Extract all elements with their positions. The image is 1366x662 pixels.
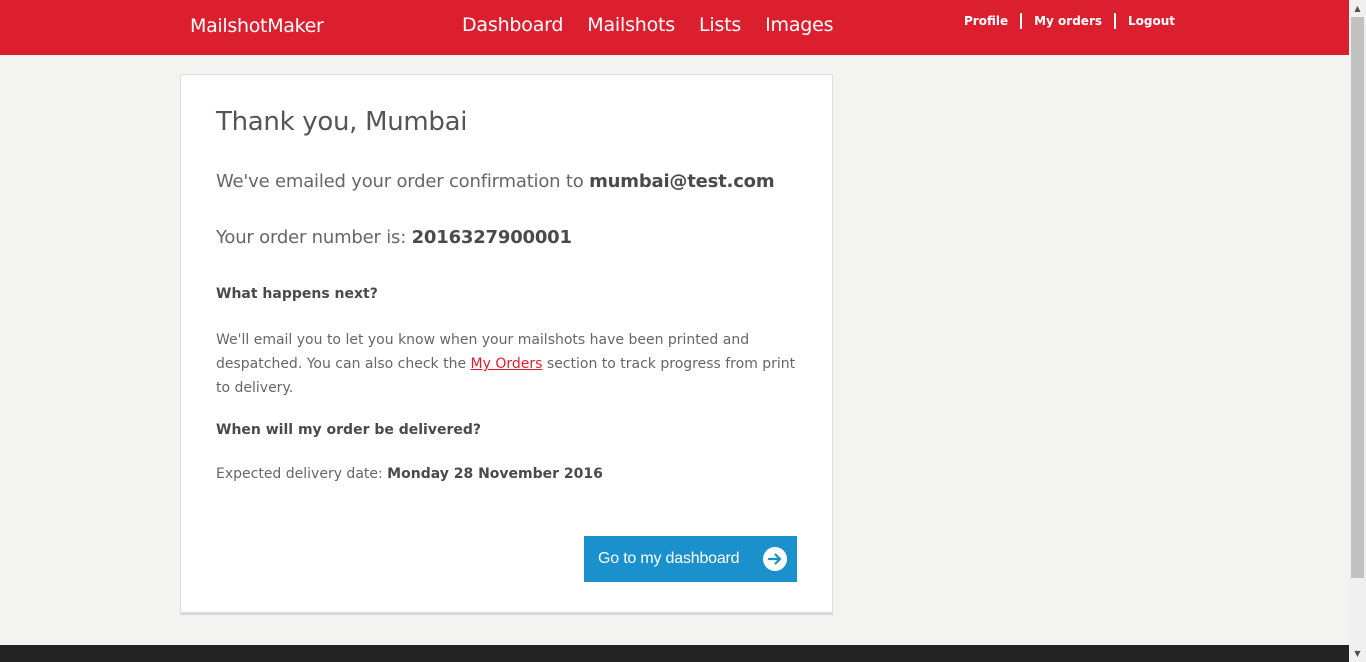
confirmation-email: mumbai@test.com [589, 171, 775, 192]
nav-lists[interactable]: Lists [699, 14, 741, 36]
order-number-line: Your order number is: 2016327900001 [216, 227, 572, 248]
nav-images[interactable]: Images [765, 14, 833, 36]
go-to-dashboard-button[interactable]: Go to my dashboard [584, 536, 797, 582]
next-paragraph: We'll email you to let you know when you… [216, 328, 796, 400]
email-confirmation-line: We've emailed your order confirmation to… [216, 171, 775, 192]
nav-mailshots[interactable]: Mailshots [587, 14, 675, 36]
triangle-down-icon[interactable]: ▼ [1349, 645, 1366, 662]
delivery-line: Expected delivery date: Monday 28 Novemb… [216, 466, 603, 482]
top-navbar: MailshotMaker Dashboard Mailshots Lists … [0, 0, 1349, 55]
my-orders-inline-link[interactable]: My Orders [471, 356, 543, 372]
order-confirmation-card: Thank you, Mumbai We've emailed your ord… [180, 74, 833, 615]
arrow-right-circle-icon [763, 547, 787, 571]
email-prefix: We've emailed your order confirmation to [216, 171, 590, 192]
scrollbar-thumb[interactable] [1351, 17, 1364, 578]
nav-dashboard[interactable]: Dashboard [462, 14, 563, 36]
profile-link[interactable]: Profile [964, 14, 1008, 28]
nav-divider [1114, 13, 1117, 29]
main-nav: Dashboard Mailshots Lists Images [462, 14, 834, 36]
page-title: Thank you, Mumbai [216, 107, 468, 137]
footer-bar [0, 645, 1349, 662]
order-prefix: Your order number is: [216, 227, 412, 248]
dashboard-button-label: Go to my dashboard [598, 550, 740, 567]
my-orders-link[interactable]: My orders [1034, 14, 1102, 28]
delivery-date: Monday 28 November 2016 [387, 466, 603, 482]
user-nav: Profile My orders Logout [964, 13, 1175, 29]
triangle-up-icon[interactable]: ▲ [1349, 0, 1366, 17]
order-number: 2016327900001 [411, 227, 572, 248]
logout-link[interactable]: Logout [1128, 14, 1175, 28]
next-heading: What happens next? [216, 286, 378, 302]
vertical-scrollbar[interactable]: ▲ ▼ [1349, 0, 1366, 662]
brand-logo[interactable]: MailshotMaker [190, 15, 324, 37]
nav-divider [1020, 13, 1023, 29]
delivery-heading: When will my order be delivered? [216, 422, 482, 438]
delivery-prefix: Expected delivery date: [216, 466, 388, 482]
